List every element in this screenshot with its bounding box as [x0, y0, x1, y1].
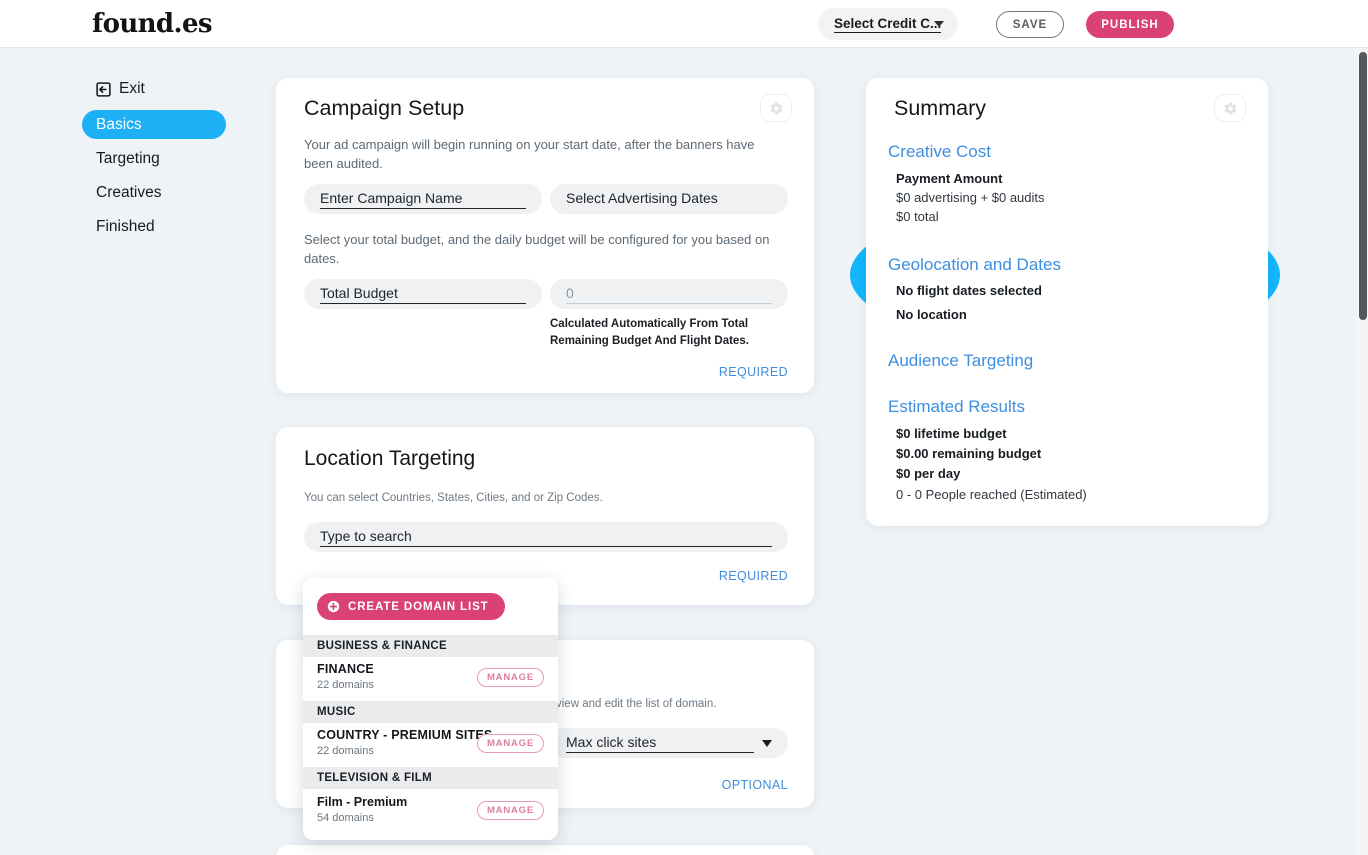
campaign-setup-title: Campaign Setup [304, 96, 465, 120]
summary-heading-creative-cost: Creative Cost [888, 142, 991, 161]
campaign-name-input-placeholder: Enter Campaign Name [320, 190, 526, 209]
domain-list-item-count: 22 domains [317, 679, 374, 691]
top-bar: found.es Select Credit C... SAVE PUBLISH [0, 0, 1368, 48]
location-targeting-title: Location Targeting [304, 447, 476, 470]
daily-budget-value: 0 [566, 285, 772, 304]
budget-description: Select your total budget, and the daily … [304, 232, 770, 266]
advertising-dates-placeholder: Select Advertising Dates [566, 190, 718, 206]
summary-line: $0 total [896, 209, 939, 224]
domain-group-label: MUSIC [317, 706, 356, 718]
total-budget-input[interactable]: Total Budget [304, 279, 542, 309]
daily-budget-calc-note: Calculated Automatically From Total Rema… [550, 318, 749, 347]
summary-line: No location [896, 307, 967, 322]
manage-button[interactable]: MANAGE [476, 801, 544, 820]
total-budget-placeholder: Total Budget [320, 285, 526, 304]
summary-heading-audience-targeting: Audience Targeting [888, 351, 1034, 370]
summary-line: $0 lifetime budget [896, 426, 1007, 441]
summary-heading-estimated-results: Estimated Results [888, 397, 1025, 416]
plus-circle-icon [327, 600, 340, 613]
sidebar-nav: Exit Basics Targeting Creatives Finished [82, 76, 242, 246]
sidebar-item-creatives[interactable]: Creatives [82, 178, 242, 207]
gear-icon [770, 101, 782, 115]
summary-line: $0 advertising + $0 audits [896, 190, 1045, 205]
manage-button[interactable]: MANAGE [476, 734, 544, 753]
campaign-setup-card: Campaign Setup Your ad campaign will beg… [276, 78, 814, 393]
summary-title: Summary [894, 96, 986, 120]
campaign-setup-description: Your ad campaign will begin running on y… [304, 137, 755, 171]
summary-line: $0 per day [896, 466, 961, 481]
credit-card-select-label: Select Credit C... [834, 15, 942, 33]
domain-card-description: view and edit the list of domain. [556, 698, 717, 710]
location-targeting-description: You can select Countries, States, Cities… [304, 492, 603, 504]
daily-budget-input[interactable]: 0 [550, 279, 788, 309]
location-search-placeholder: Type to search [320, 528, 772, 547]
save-button[interactable]: SAVE [996, 11, 1064, 38]
advertising-dates-input[interactable]: Select Advertising Dates [550, 184, 788, 214]
domain-list-item[interactable]: COUNTRY - PREMIUM SITES 22 domains MANAG… [303, 723, 558, 767]
app-root: found.es Select Credit C... SAVE PUBLISH… [0, 0, 1368, 855]
domain-list-item[interactable]: Film - Premium 54 domains MANAGE [303, 790, 558, 834]
sidebar-item-basics[interactable]: Basics [82, 110, 226, 139]
summary-line: Payment Amount [896, 171, 1003, 186]
campaign-setup-required-flag[interactable]: REQUIRED [719, 365, 788, 379]
chevron-down-icon [762, 740, 772, 747]
credit-card-select[interactable]: Select Credit C... [818, 8, 958, 40]
sidebar-item-targeting[interactable]: Targeting [82, 144, 242, 173]
summary-line: No flight dates selected [896, 283, 1042, 298]
gear-icon [1224, 101, 1236, 115]
create-domain-list-label: CREATE DOMAIN LIST [348, 600, 489, 613]
publish-button[interactable]: PUBLISH [1086, 11, 1174, 38]
domain-group-header: BUSINESS & FINANCE [303, 635, 558, 657]
create-domain-list-button[interactable]: CREATE DOMAIN LIST [317, 593, 505, 620]
location-search-input[interactable]: Type to search [304, 522, 788, 552]
domain-list-item[interactable]: FINANCE 22 domains MANAGE [303, 657, 558, 701]
domain-list-item-name: COUNTRY - PREMIUM SITES [317, 728, 493, 742]
domain-group-header: TELEVISION & FILM [303, 767, 558, 789]
page-scrollbar-thumb[interactable] [1359, 52, 1367, 320]
domain-list-item-name: Film - Premium [317, 795, 408, 809]
domain-list-item-count: 22 domains [317, 745, 374, 757]
sidebar-item-exit-label: Exit [119, 80, 145, 97]
max-click-sites-select[interactable]: Max click sites [550, 728, 788, 758]
domain-group-header: MUSIC [303, 701, 558, 723]
sidebar-item-exit[interactable]: Exit [82, 76, 242, 102]
domain-list-item-count: 54 domains [317, 812, 374, 824]
chevron-down-icon [934, 21, 944, 27]
summary-line: 0 - 0 People reached (Estimated) [896, 487, 1087, 502]
location-targeting-required-flag[interactable]: REQUIRED [719, 569, 788, 583]
campaign-setup-settings-button[interactable] [760, 94, 792, 122]
domain-group-label: BUSINESS & FINANCE [317, 640, 447, 652]
campaign-name-input[interactable]: Enter Campaign Name [304, 184, 542, 214]
summary-heading-geolocation-and-dates: Geolocation and Dates [888, 255, 1061, 274]
domain-card-optional-flag[interactable]: OPTIONAL [722, 778, 788, 792]
sidebar-item-finished[interactable]: Finished [82, 212, 242, 241]
manage-button[interactable]: MANAGE [476, 668, 544, 687]
domain-group-label: TELEVISION & FILM [317, 772, 432, 784]
app-logo: found.es [92, 9, 213, 39]
summary-line: $0.00 remaining budget [896, 446, 1042, 461]
summary-card: Summary Creative Cost Payment Amount $0 … [866, 78, 1268, 526]
max-click-sites-value: Max click sites [566, 734, 754, 753]
exit-icon [96, 81, 111, 97]
domain-list-item-name: FINANCE [317, 662, 374, 676]
domain-list-dropdown: CREATE DOMAIN LIST BUSINESS & FINANCE FI… [303, 578, 558, 840]
summary-settings-button[interactable] [1214, 94, 1246, 122]
next-card-partial [276, 845, 814, 855]
